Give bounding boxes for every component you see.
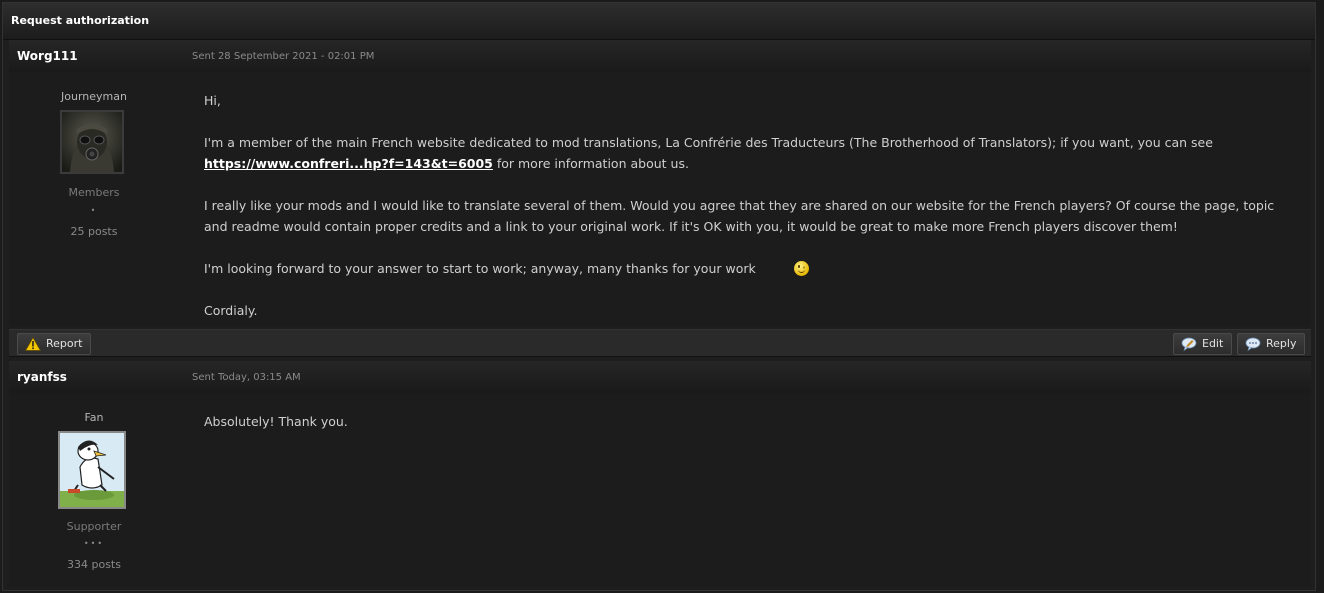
author-name-link[interactable]: Worg111 [17, 49, 78, 63]
gasmask-avatar-image [62, 112, 122, 172]
member-group: Members [68, 186, 120, 199]
post-header: ryanfss Sent Today, 03:15 AM [9, 361, 1311, 393]
message-post: ryanfss Sent Today, 03:15 AM Fan Support… [9, 361, 1311, 587]
message-window: Request authorization Worg111 Sent 28 Se… [2, 2, 1316, 591]
post-count: 25 posts [70, 225, 118, 238]
window-title: Request authorization [11, 14, 150, 27]
reply-bubble-icon [1245, 337, 1261, 351]
reply-button[interactable]: Reply [1237, 333, 1306, 355]
edit-button[interactable]: Edit [1173, 333, 1233, 355]
warning-icon [25, 337, 41, 351]
cartoon-avatar-image [60, 433, 124, 507]
wink-smiley-icon [793, 261, 809, 276]
message-text: for more information about us. [492, 156, 689, 171]
rank-pips: ••• [83, 539, 105, 548]
avatar[interactable] [58, 431, 126, 509]
post-timestamp: Sent Today, 03:15 AM [192, 372, 301, 383]
message-text: I'm a member of the main French website … [204, 135, 1213, 150]
post-count: 334 posts [67, 558, 121, 571]
post-timestamp: Sent 28 September 2021 - 02:01 PM [192, 51, 375, 62]
edit-bubble-icon [1181, 337, 1197, 351]
post-header: Worg111 Sent 28 September 2021 - 02:01 P… [9, 40, 1311, 72]
member-group: Supporter [66, 520, 122, 533]
message-paragraph: Cordialy. [204, 303, 258, 318]
message-body: Absolutely! Thank you. [204, 411, 1294, 453]
message-text: I'm looking forward to your answer to st… [204, 261, 756, 276]
message-paragraph: I'm a member of the main French website … [204, 132, 1294, 174]
message-paragraph: I really like your mods and I would like… [204, 198, 1275, 234]
member-rank: Journeyman [61, 90, 127, 103]
author-name-link[interactable]: ryanfss [17, 370, 67, 384]
member-rank: Fan [84, 411, 104, 424]
edit-label: Edit [1202, 337, 1224, 350]
reply-label: Reply [1266, 337, 1297, 350]
post-action-bar: Report Edit Reply [9, 329, 1311, 357]
message-paragraph: I'm looking forward to your answer to st… [204, 258, 1294, 279]
report-label: Report [46, 337, 83, 350]
message-post: Worg111 Sent 28 September 2021 - 02:01 P… [9, 40, 1311, 327]
message-paragraph: Absolutely! Thank you. [204, 414, 348, 429]
rank-pips: • [90, 206, 98, 215]
window-titlebar: Request authorization [3, 3, 1315, 40]
message-body: Hi, I'm a member of the main French webs… [204, 90, 1294, 342]
avatar[interactable] [60, 110, 124, 174]
report-button[interactable]: Report [17, 333, 92, 355]
message-paragraph: Hi, [204, 93, 221, 108]
external-link[interactable]: https://www.confreri...hp?f=143&t=6005 [204, 156, 493, 171]
